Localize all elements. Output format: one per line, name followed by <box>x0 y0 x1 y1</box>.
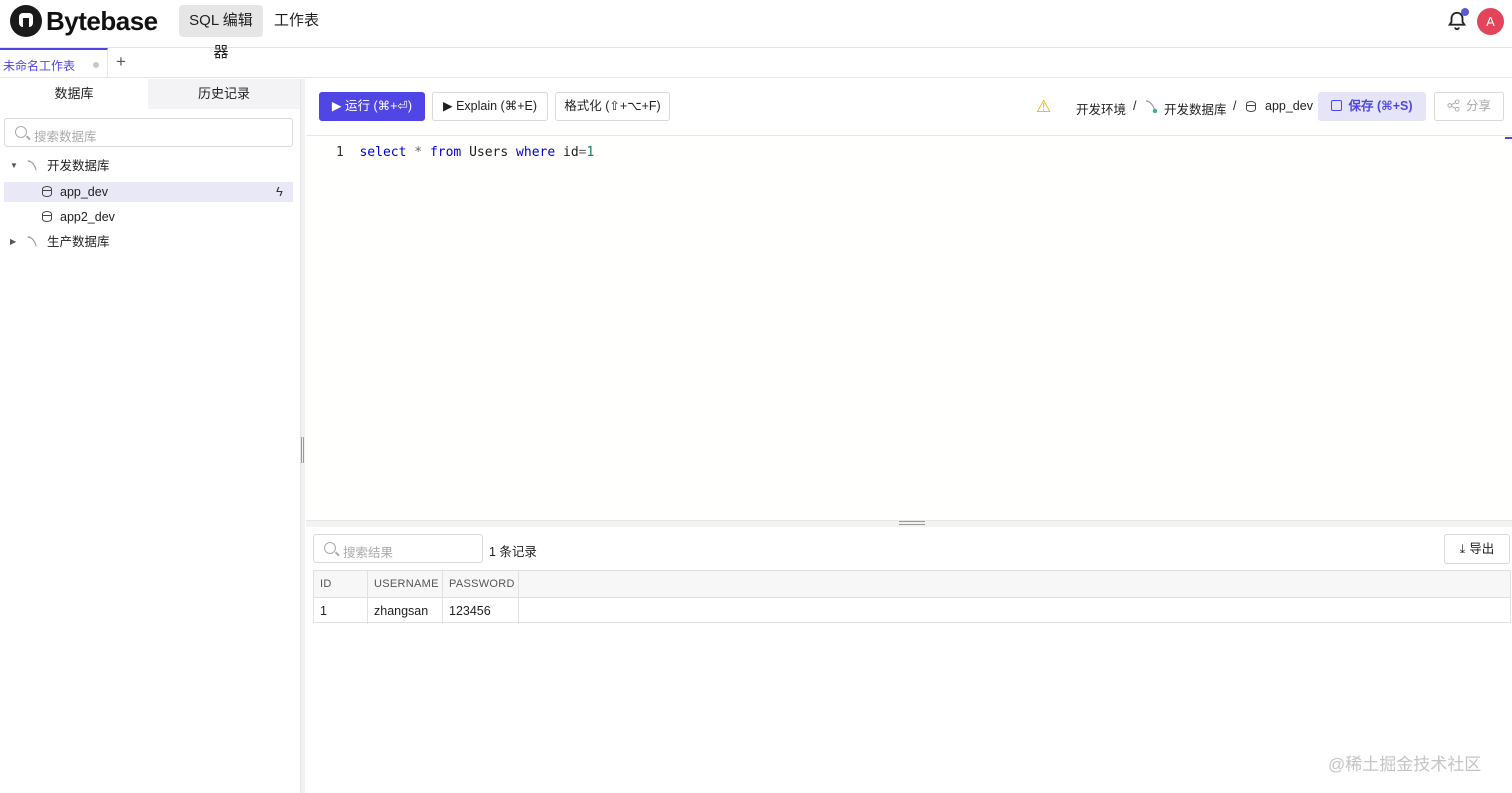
operator: * <box>414 145 423 160</box>
tab-databases[interactable]: 数据库 <box>0 79 148 109</box>
line-number: 1 <box>336 145 344 160</box>
format-button[interactable]: 格式化 (⇧+⌥+F) <box>555 92 670 121</box>
result-count: 1 条记录 <box>489 545 537 559</box>
keyword: where <box>516 145 556 160</box>
tree-item-dev-instance[interactable]: ▼ 开发数据库 <box>4 156 293 176</box>
logo-text: Bytebase <box>46 5 158 36</box>
tree-item-label: 开发数据库 <box>47 159 110 173</box>
editor-scroll-indicator <box>1505 137 1512 139</box>
table-cell[interactable]: zhangsan <box>368 598 443 624</box>
logo[interactable]: Bytebase <box>10 5 158 37</box>
run-button[interactable]: ▶ 运行 (⌘+⏎) <box>319 92 425 121</box>
export-button[interactable]: ⤓ 导出 <box>1444 534 1510 564</box>
save-icon <box>1331 100 1343 111</box>
search-icon <box>15 126 27 138</box>
database-sidebar: 数据库 历史记录 搜索数据库 ▼ 开发数据库 app_dev ϟ app2_de… <box>0 79 300 793</box>
database-icon <box>42 186 52 197</box>
search-placeholder: 搜索结果 <box>343 546 394 560</box>
share-icon <box>1447 99 1460 112</box>
instance-icon <box>1145 100 1158 114</box>
instance-icon <box>27 160 37 171</box>
tree-item-label: app2_dev <box>60 210 115 224</box>
watermark: @稀土掘金技术社区 <box>1328 755 1482 774</box>
add-tab-button[interactable]: + <box>116 52 126 72</box>
breadcrumb-separator: / <box>1233 99 1237 113</box>
column-header-password[interactable]: PASSWORD <box>443 571 519 597</box>
instance-icon <box>27 236 37 247</box>
search-icon <box>324 542 336 554</box>
table-cell[interactable]: 123456 <box>443 598 519 624</box>
sql-editor[interactable]: 1 select * from Users where id=1 <box>306 135 1512 521</box>
editor-line: 1 select * from Users where id=1 <box>336 145 594 160</box>
number-literal: 1 <box>586 145 595 160</box>
notification-badge <box>1461 8 1469 16</box>
result-search-input[interactable]: 搜索结果 <box>313 534 483 563</box>
database-icon <box>1246 101 1256 112</box>
worksheet-tab-label: 未命名工作表 <box>3 59 76 73</box>
keyword: from <box>429 145 462 160</box>
identifier: Users <box>469 145 509 160</box>
worksheet-tab-strip: 未命名工作表 + <box>0 48 1512 78</box>
worksheet-tab[interactable]: 未命名工作表 <box>0 48 108 78</box>
column-header-username[interactable]: USERNAME <box>368 571 443 597</box>
warning-icon: ⚠ <box>1036 97 1052 116</box>
breadcrumb-separator: / <box>1133 99 1137 113</box>
share-button[interactable]: 分享 <box>1434 92 1504 121</box>
unsaved-dot-icon[interactable] <box>93 62 99 68</box>
share-label: 分享 <box>1465 99 1491 113</box>
grip-icon[interactable] <box>899 521 925 525</box>
tree-item-label: 生产数据库 <box>47 235 110 249</box>
search-placeholder: 搜索数据库 <box>34 130 97 144</box>
tree-item-app-dev[interactable]: app_dev ϟ <box>4 182 293 202</box>
top-nav: Bytebase SQL 编辑器 工作表 A <box>0 0 1512 61</box>
nav-sql-editor[interactable]: SQL 编辑器 <box>179 5 263 61</box>
tab-history[interactable]: 历史记录 <box>148 79 300 109</box>
download-icon: ⤓ <box>1459 542 1466 556</box>
avatar[interactable]: A <box>1477 8 1504 35</box>
export-label: 导出 <box>1469 542 1495 556</box>
instance-label: 开发数据库 <box>1164 103 1227 117</box>
tree-item-app2-dev[interactable]: app2_dev <box>4 207 293 227</box>
tree-item-prod-instance[interactable]: ▶ 生产数据库 <box>4 232 293 252</box>
tree-item-label: app_dev <box>60 185 108 199</box>
table-header: ID USERNAME PASSWORD <box>314 571 1510 598</box>
identifier: id <box>563 145 579 160</box>
explain-button[interactable]: ▶ Explain (⌘+E) <box>432 92 548 121</box>
table-row: 1 zhangsan 123456 <box>314 598 1510 624</box>
caret-right-icon[interactable]: ▶ <box>10 232 16 252</box>
save-label: 保存 (⌘+S) <box>1348 99 1413 113</box>
lightning-icon[interactable]: ϟ <box>276 182 283 202</box>
database-label: app_dev <box>1265 99 1313 113</box>
database-icon <box>42 211 52 222</box>
sidebar-resize-handle[interactable] <box>300 79 305 793</box>
column-header-id[interactable]: ID <box>314 571 368 597</box>
operator: = <box>578 145 587 160</box>
result-table: ID USERNAME PASSWORD 1 zhangsan 123456 <box>313 570 1511 624</box>
nav-worksheet[interactable]: 工作表 <box>268 5 325 37</box>
table-cell[interactable]: 1 <box>314 598 368 624</box>
save-button[interactable]: 保存 (⌘+S) <box>1318 92 1426 121</box>
database-search-input[interactable]: 搜索数据库 <box>4 118 293 147</box>
environment-label: 开发环境 <box>1076 103 1127 117</box>
keyword: select <box>359 145 407 160</box>
bytebase-logo-icon <box>10 5 42 37</box>
grip-icon[interactable] <box>301 437 304 463</box>
caret-down-icon[interactable]: ▼ <box>10 156 18 176</box>
